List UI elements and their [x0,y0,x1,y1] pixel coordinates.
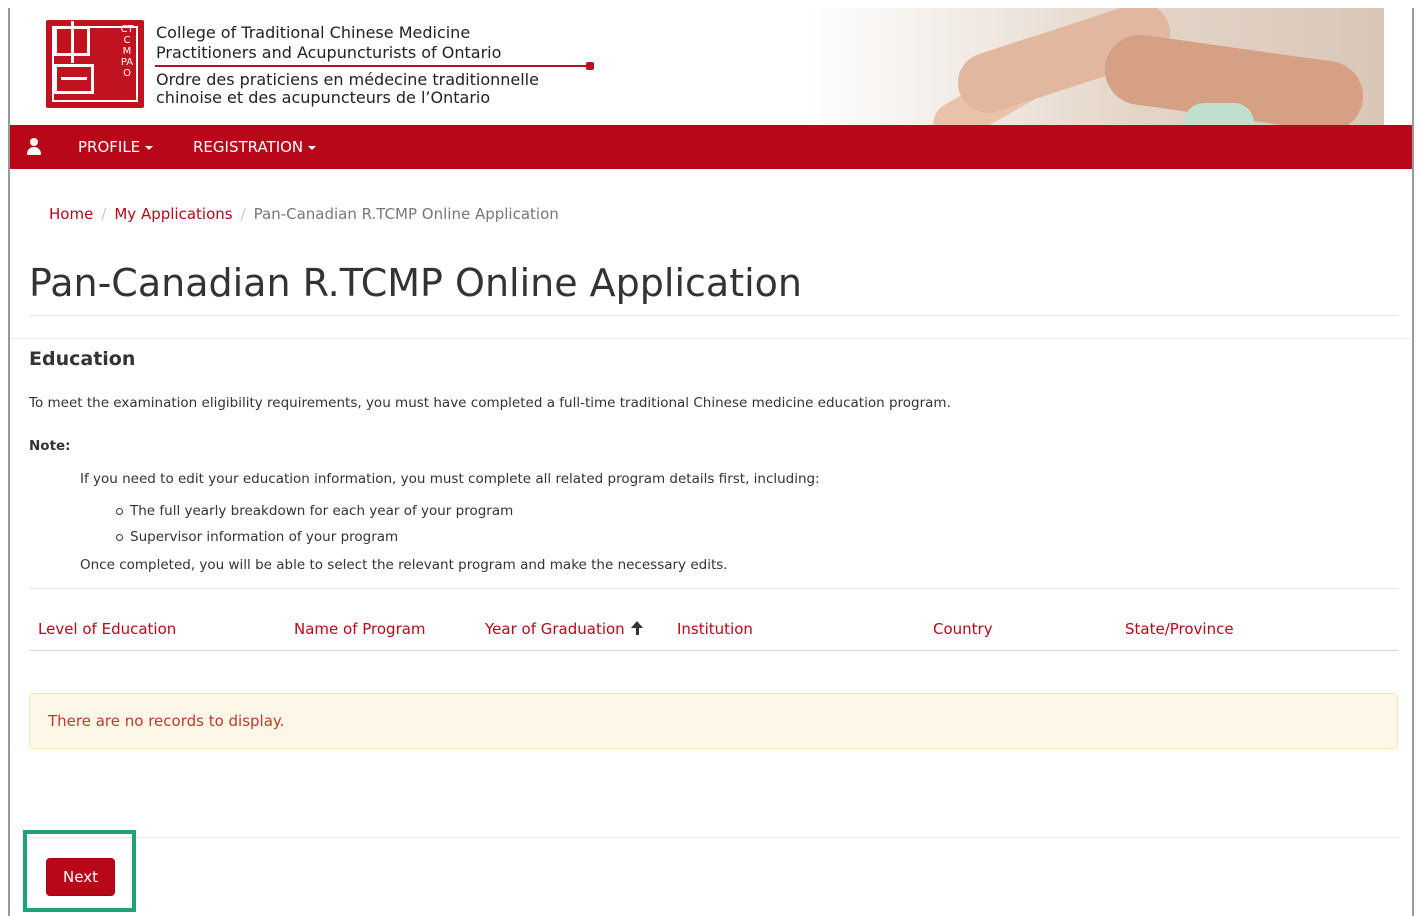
column-header-country[interactable]: Country [933,619,993,639]
no-records-alert: There are no records to display. [29,693,1398,749]
content-divider [29,588,1398,589]
user-icon[interactable] [26,138,42,156]
column-header-institution[interactable]: Institution [677,619,753,639]
education-section-title: Education [29,348,136,370]
note-text: If you need to edit your education infor… [80,471,820,487]
org-name-english-line1: College of Traditional Chinese Medicine [156,23,471,42]
note-followup-text: Once completed, you will be able to sele… [80,557,728,573]
column-header-name-of-program[interactable]: Name of Program [294,619,426,639]
next-button[interactable]: Next [46,858,115,896]
nav-registration-label: REGISTRATION [193,138,304,156]
column-header-level-of-education[interactable]: Level of Education [38,619,176,639]
logo-character-yi [54,64,94,94]
logo-character-zhong [54,21,90,63]
section-divider [10,338,1412,339]
browser-frame: CTCMPAO College of Traditional Chinese M… [8,8,1414,916]
column-header-year-of-graduation-label: Year of Graduation [485,620,625,638]
user-icon-body [27,147,41,155]
breadcrumb-separator: / [240,205,246,223]
note-bullet-item: Supervisor information of your program [115,529,399,545]
breadcrumb-current: Pan-Canadian R.TCMP Online Application [253,205,559,223]
main-navbar: PROFILE REGISTRATION [10,125,1412,169]
banner-sleeve-shape [1184,103,1254,125]
college-logo[interactable]: CTCMPAO [46,20,144,108]
caret-down-icon [145,145,154,150]
column-header-state-province[interactable]: State/Province [1125,619,1234,639]
education-table-header: Level of Education Name of Program Year … [29,614,1398,651]
breadcrumb-separator: / [101,205,107,223]
education-intro-text: To meet the examination eligibility requ… [29,395,951,411]
org-name-english: College of Traditional Chinese Medicine … [156,23,501,63]
org-name-french-line1: Ordre des praticiens en médecine traditi… [156,70,539,89]
user-icon-head [30,138,38,146]
site-header: CTCMPAO College of Traditional Chinese M… [10,8,1412,125]
nav-profile-label: PROFILE [78,138,141,156]
title-divider [29,315,1398,316]
org-name-french: Ordre des praticiens en médecine traditi… [156,71,539,107]
org-name-divider [155,62,594,70]
org-name-french-line2: chinoise et des acupuncteurs de l’Ontari… [156,88,491,107]
note-label: Note: [29,438,71,454]
header-banner-image [804,8,1384,125]
actions-divider [29,837,1398,838]
column-header-year-of-graduation[interactable]: Year of Graduation [485,619,643,639]
breadcrumb-my-applications[interactable]: My Applications [114,205,232,223]
breadcrumb-home[interactable]: Home [49,205,93,223]
nav-profile-dropdown[interactable]: PROFILE [78,137,154,157]
sort-ascending-arrow-icon [630,621,643,635]
org-name-english-line2: Practitioners and Acupuncturists of Onta… [156,43,502,62]
note-bullet-item: The full yearly breakdown for each year … [115,503,514,519]
logo-acronym: CTCMPAO [120,24,134,79]
caret-down-icon [308,145,317,150]
page-title: Pan-Canadian R.TCMP Online Application [29,261,803,305]
nav-registration-dropdown[interactable]: REGISTRATION [193,137,317,157]
breadcrumb: Home / My Applications / Pan-Canadian R.TCMP… [49,204,559,224]
